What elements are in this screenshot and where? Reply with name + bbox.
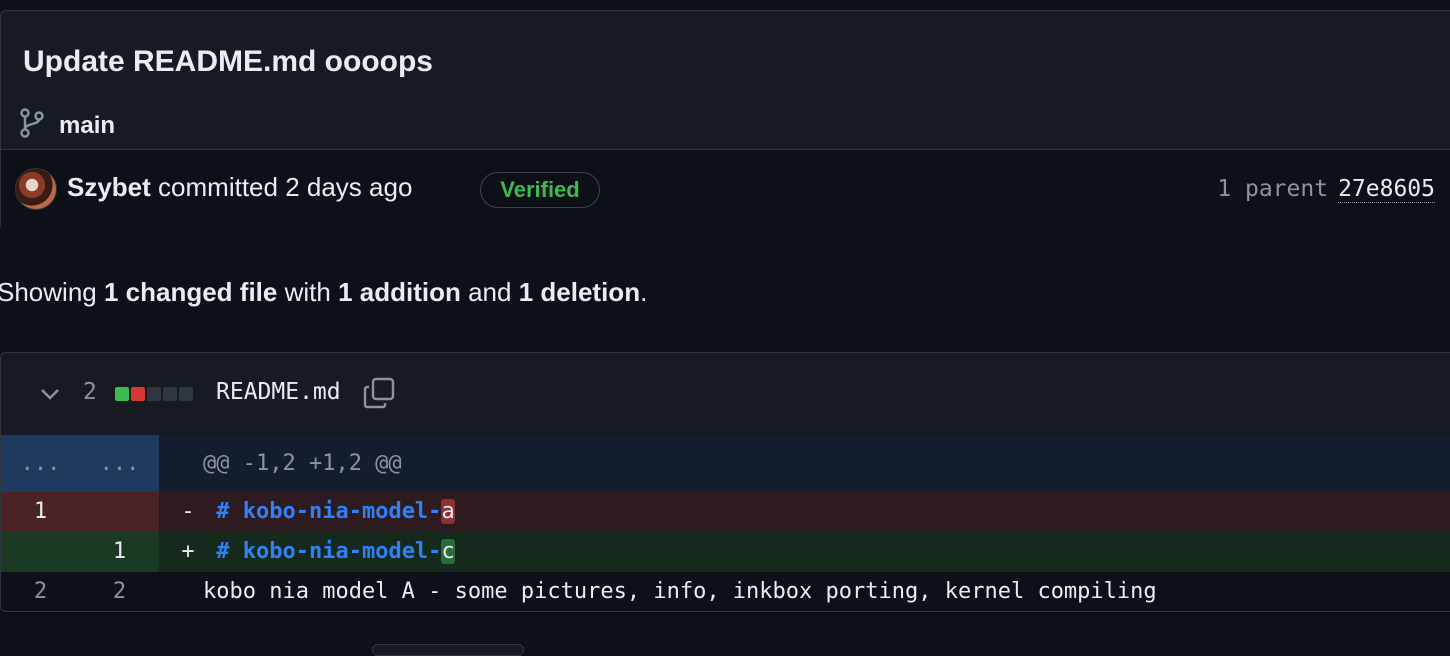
new-line-number[interactable] <box>80 492 159 532</box>
change-count: 2 <box>83 379 97 405</box>
line-text: kobo-nia-model- <box>242 499 442 524</box>
changed-char: c <box>441 539 455 564</box>
diff-sign: - <box>181 499 195 524</box>
diff-summary: Showing 1 changed file with 1 addition a… <box>0 277 647 308</box>
diff-line-addition: 1 + # kobo-nia-model-c <box>1 532 1450 572</box>
hunk-expand-left[interactable]: ... <box>1 435 80 492</box>
commit-meta: Szybet committed 2 days ago Verified 1 p… <box>1 149 1450 231</box>
diffstat-block <box>147 387 161 401</box>
summary-and: and <box>468 277 512 307</box>
hunk-expand-right[interactable]: ... <box>80 435 159 492</box>
diffstat-block <box>131 387 145 401</box>
commit-title: Update README.md oooops <box>23 45 433 78</box>
diffstat-block <box>179 387 193 401</box>
changed-char: a <box>441 499 455 524</box>
parent-info: 1 parent 27e8605 <box>1217 176 1435 203</box>
parent-sha-link[interactable]: 27e8605 <box>1338 176 1435 203</box>
avatar[interactable] <box>15 168 57 210</box>
author-link[interactable]: Szybet <box>67 172 151 202</box>
old-line-number[interactable]: 1 <box>1 492 80 532</box>
line-text: kobo-nia-model- <box>242 539 442 564</box>
diffstat-block <box>163 387 177 401</box>
summary-prefix: Showing <box>0 277 97 307</box>
old-line-number[interactable] <box>1 532 80 572</box>
diff-sign: + <box>181 539 195 564</box>
commit-author-line: Szybet committed 2 days ago <box>67 172 412 203</box>
summary-files: 1 changed file <box>103 277 278 307</box>
chevron-down-icon[interactable] <box>37 381 63 412</box>
diff-table: ... ... @@ -1,2 +1,2 @@ 1 - # kobo-nia-m… <box>1 435 1450 611</box>
summary-suffix: . <box>640 277 648 307</box>
branch-indicator[interactable]: main <box>17 107 115 144</box>
line-code: - # kobo-nia-model-a <box>159 492 1450 532</box>
summary-additions: 1 addition <box>338 277 461 307</box>
copy-icon[interactable] <box>361 375 397 416</box>
file-name-link[interactable]: README.md <box>216 379 341 405</box>
hunk-text: @@ -1,2 +1,2 @@ <box>203 451 402 476</box>
summary-deletions: 1 deletion <box>518 277 641 307</box>
diff-line-deletion: 1 - # kobo-nia-model-a <box>1 492 1450 532</box>
parent-label: 1 parent <box>1217 176 1329 202</box>
hunk-header[interactable]: ... ... @@ -1,2 +1,2 @@ <box>1 435 1450 492</box>
verified-badge[interactable]: Verified <box>480 172 600 208</box>
new-line-number[interactable]: 2 <box>80 572 159 611</box>
md-hash: # <box>216 499 230 524</box>
load-more-button[interactable] <box>372 644 524 656</box>
git-branch-icon <box>17 107 47 144</box>
diffstat-blocks <box>115 387 193 401</box>
new-line-number[interactable]: 1 <box>80 532 159 572</box>
diffstat-block <box>115 387 129 401</box>
branch-name: main <box>59 111 116 139</box>
commit-header: Update README.md oooops main Szybet comm… <box>0 10 1450 231</box>
file-diff: 2 README.md ... ... @@ -1,2 +1,2 @@ 1 - … <box>0 352 1450 612</box>
line-code: + # kobo-nia-model-c <box>159 532 1450 572</box>
commit-time: committed 2 days ago <box>158 172 413 202</box>
summary-with: with <box>284 277 331 307</box>
line-text: kobo nia model A - some pictures, info, … <box>203 579 1157 604</box>
file-header: 2 README.md <box>1 353 1450 436</box>
md-hash: # <box>216 539 230 564</box>
diff-line-context: 2 2 kobo nia model A - some pictures, in… <box>1 572 1450 611</box>
old-line-number[interactable]: 2 <box>1 572 80 611</box>
